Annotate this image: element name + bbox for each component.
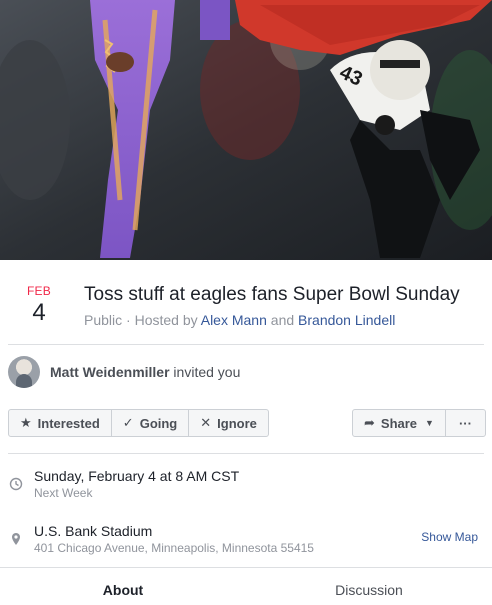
event-venue[interactable]: U.S. Bank Stadium bbox=[34, 523, 152, 539]
share-button-group: ➦ Share ▼ ··· bbox=[352, 409, 486, 437]
check-icon: ✓ bbox=[122, 415, 134, 430]
host-joiner: and bbox=[266, 312, 299, 328]
host-link-2[interactable]: Brandon Lindell bbox=[298, 312, 395, 328]
share-button[interactable]: ➦ Share ▼ bbox=[353, 410, 445, 436]
tab-about[interactable]: About bbox=[0, 568, 246, 605]
tab-discussion[interactable]: Discussion bbox=[246, 568, 492, 605]
event-datetime[interactable]: Sunday, February 4 at 8 AM CST bbox=[34, 468, 239, 484]
inviter-name[interactable]: Matt Weidenmiller bbox=[50, 364, 170, 380]
hosted-by-label: · Hosted by bbox=[122, 312, 201, 328]
cover-photo[interactable]: 43 bbox=[0, 0, 492, 260]
map-pin-icon bbox=[9, 532, 23, 546]
star-icon: ★ bbox=[20, 415, 32, 430]
share-label: Share bbox=[380, 415, 418, 431]
caret-down-icon: ▼ bbox=[425, 418, 434, 428]
interested-label: Interested bbox=[37, 415, 100, 431]
event-privacy: Public bbox=[84, 312, 123, 328]
avatar[interactable] bbox=[8, 356, 40, 388]
ignore-button[interactable]: ✕ Ignore bbox=[188, 410, 268, 436]
rsvp-button-group: ★ Interested ✓ Going ✕ Ignore bbox=[8, 409, 269, 437]
x-icon: ✕ bbox=[200, 415, 212, 430]
event-relative-date: Next Week bbox=[34, 486, 93, 500]
going-label: Going bbox=[139, 415, 178, 431]
going-button[interactable]: ✓ Going bbox=[110, 410, 188, 436]
host-link-1[interactable]: Alex Mann bbox=[201, 312, 267, 328]
more-options-button[interactable]: ··· bbox=[444, 410, 485, 436]
show-map-link[interactable]: Show Map bbox=[421, 530, 478, 544]
divider bbox=[8, 453, 484, 454]
clock-icon bbox=[9, 477, 23, 491]
event-meta: Public · Hosted by Alex Mann and Brandon… bbox=[84, 311, 395, 329]
cover-photo-illustration: 43 bbox=[0, 0, 492, 260]
invite-text: Matt Weidenmiller invited you bbox=[50, 364, 240, 380]
invite-suffix: invited you bbox=[169, 364, 241, 380]
interested-button[interactable]: ★ Interested bbox=[9, 410, 111, 436]
divider bbox=[8, 344, 484, 345]
ignore-label: Ignore bbox=[217, 415, 257, 431]
event-title: Toss stuff at eagles fans Super Bowl Sun… bbox=[84, 284, 460, 305]
event-month: FEB bbox=[27, 284, 51, 298]
more-label: ··· bbox=[458, 415, 472, 431]
event-day: 4 bbox=[32, 299, 46, 326]
event-tabs: About Discussion bbox=[0, 567, 492, 605]
share-arrow-icon: ➦ bbox=[364, 415, 375, 430]
event-date-badge: FEB 4 bbox=[20, 284, 58, 328]
event-address: 401 Chicago Avenue, Minneapolis, Minneso… bbox=[34, 541, 314, 555]
